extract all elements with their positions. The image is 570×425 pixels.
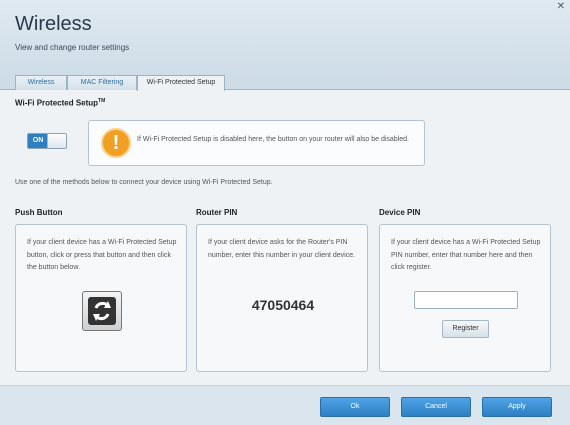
register-button[interactable]: Register: [442, 320, 489, 338]
wps-sync-icon: [88, 297, 116, 325]
ok-button[interactable]: Ok: [320, 397, 390, 417]
wps-push-button[interactable]: [82, 291, 122, 331]
close-icon[interactable]: ✕: [557, 2, 565, 12]
alert-text: If Wi-Fi Protected Setup is disabled her…: [137, 136, 409, 143]
router-pin-description: If your client device asks for the Route…: [208, 239, 356, 259]
tab-wireless[interactable]: Wireless: [15, 75, 67, 90]
wps-toggle[interactable]: ON: [27, 133, 67, 149]
footer-bar: Ok Cancel Apply: [0, 385, 570, 425]
tab-wifi-protected-setup[interactable]: Wi-Fi Protected Setup: [137, 75, 225, 91]
device-pin-description: If your client device has a Wi-Fi Protec…: [391, 239, 541, 271]
toggle-knob[interactable]: [47, 134, 66, 148]
push-button-description: If your client device has a Wi-Fi Protec…: [27, 239, 177, 271]
device-pin-title: Device PIN: [379, 208, 421, 217]
device-pin-input[interactable]: [414, 291, 518, 309]
router-pin-panel: If your client device asks for the Route…: [196, 224, 368, 372]
wps-section-title-text: Wi-Fi Protected Setup: [15, 98, 99, 108]
cancel-button[interactable]: Cancel: [401, 397, 471, 417]
device-pin-panel: If your client device has a Wi-Fi Protec…: [379, 224, 551, 372]
page-subtitle: View and change router settings: [15, 43, 130, 52]
push-button-panel: If your client device has a Wi-Fi Protec…: [15, 224, 187, 372]
instruction-text: Use one of the methods below to connect …: [15, 179, 273, 186]
page-title: Wireless: [15, 13, 92, 35]
router-pin-value: 47050464: [251, 297, 315, 313]
wps-alert-box: ! If Wi-Fi Protected Setup is disabled h…: [88, 120, 425, 166]
trademark-mark: TM: [98, 98, 106, 104]
wps-section-title: Wi-Fi Protected SetupTM: [15, 98, 105, 108]
toggle-on-label: ON: [28, 134, 48, 148]
tab-mac-filtering[interactable]: MAC Filtering: [67, 75, 137, 90]
push-button-title: Push Button: [15, 208, 63, 217]
tab-bar: Wireless MAC Filtering Wi-Fi Protected S…: [0, 74, 570, 91]
page-header: ✕ Wireless View and change router settin…: [0, 0, 570, 74]
wps-sync-svg: [93, 301, 111, 321]
apply-button[interactable]: Apply: [482, 397, 552, 417]
warning-icon: !: [101, 128, 131, 158]
router-pin-title: Router PIN: [196, 208, 238, 217]
